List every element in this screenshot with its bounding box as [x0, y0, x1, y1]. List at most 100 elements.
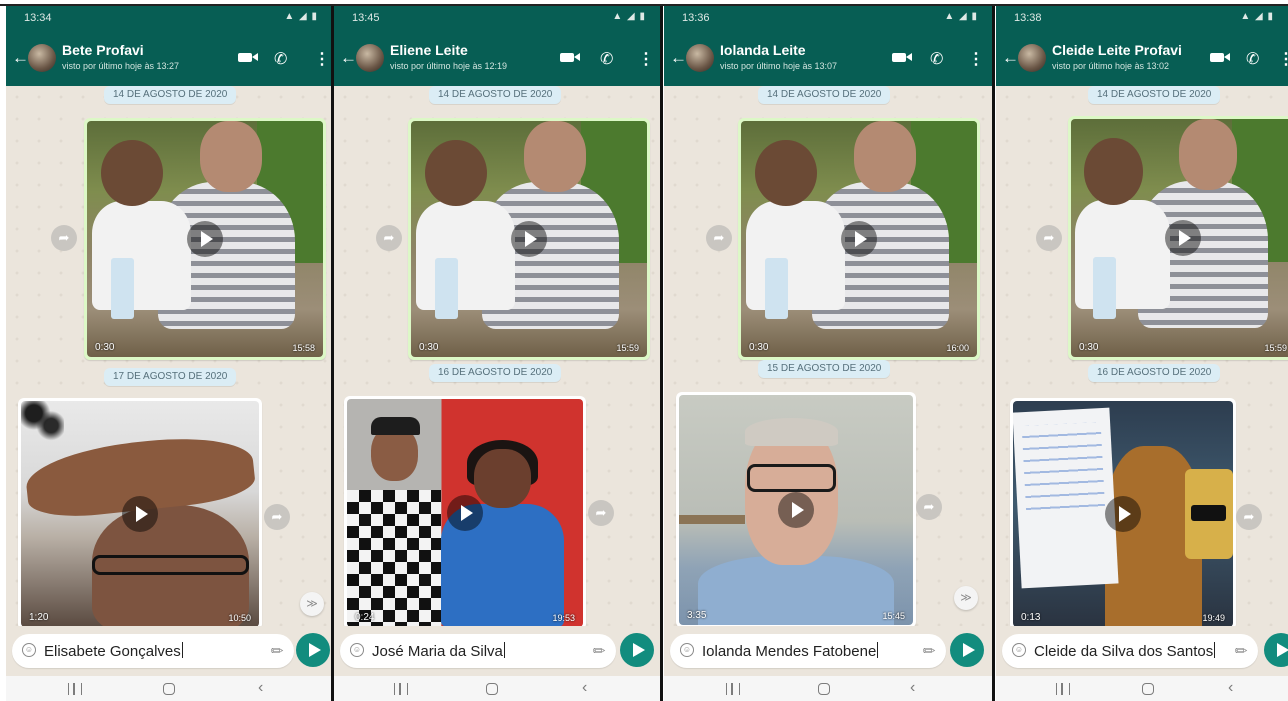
avatar[interactable] [1018, 44, 1046, 72]
send-button[interactable] [1264, 633, 1288, 667]
back-arrow-icon[interactable]: ← [340, 48, 357, 68]
chat-header: ← Iolanda Leite visto por último hoje às… [664, 32, 992, 86]
attach-icon[interactable]: ✎ [589, 640, 611, 662]
chat-area[interactable]: 14 DE AGOSTO DE 2020 ➦ 0:30 15:59 16 DE … [996, 86, 1288, 626]
video-message[interactable]: 0:13 19:49 [1010, 398, 1236, 626]
avatar[interactable] [686, 44, 714, 72]
nav-back-icon[interactable]: ‹ [1228, 679, 1233, 697]
nav-recent-icon[interactable] [68, 683, 82, 695]
play-icon[interactable] [1105, 496, 1141, 532]
nav-recent-icon[interactable] [394, 683, 408, 695]
nav-home-icon[interactable] [163, 683, 175, 695]
share-icon[interactable]: ➦ [51, 225, 77, 251]
share-icon[interactable]: ➦ [264, 504, 290, 530]
attach-icon[interactable]: ✎ [267, 640, 289, 662]
menu-icon[interactable]: ⋮ [968, 49, 984, 69]
send-button[interactable] [620, 633, 654, 667]
back-arrow-icon[interactable]: ← [12, 48, 29, 68]
last-seen: visto por último hoje às 13:02 [1052, 61, 1170, 71]
message-input[interactable]: ☺ José Maria da Silva ✎ [340, 634, 616, 668]
nav-home-icon[interactable] [1142, 683, 1154, 695]
share-icon[interactable]: ➦ [1236, 504, 1262, 530]
message-input[interactable]: ☺ Elisabete Gonçalves ✎ [12, 634, 294, 668]
video-call-icon[interactable] [1210, 53, 1230, 62]
play-icon[interactable] [778, 492, 814, 528]
share-icon[interactable]: ➦ [706, 225, 732, 251]
emoji-icon[interactable]: ☺ [350, 643, 364, 657]
play-icon[interactable] [447, 495, 483, 531]
nav-back-icon[interactable]: ‹ [582, 679, 587, 697]
message-input[interactable]: ☺ Iolanda Mendes Fatobene ✎ [670, 634, 946, 668]
video-call-icon[interactable] [560, 53, 580, 62]
status-time: 13:45 [352, 12, 380, 24]
chat-area[interactable]: 14 DE AGOSTO DE 2020 ➦ 0:30 15:59 16 DE … [334, 86, 660, 626]
status-indicators-icon: ▲ ◢ ▮ [1240, 11, 1274, 22]
play-icon[interactable] [1165, 220, 1201, 256]
contact-name[interactable]: Eliene Leite [390, 42, 468, 58]
scroll-down-icon[interactable]: ≫ [954, 586, 978, 610]
date-chip: 14 DE AGOSTO DE 2020 [1088, 86, 1221, 104]
nav-back-icon[interactable]: ‹ [258, 679, 263, 697]
nav-home-icon[interactable] [818, 683, 830, 695]
play-icon[interactable] [841, 221, 877, 257]
play-icon[interactable] [122, 496, 158, 532]
attach-icon[interactable]: ✎ [1231, 640, 1253, 662]
contact-name[interactable]: Cleide Leite Profavi [1052, 42, 1182, 58]
share-icon[interactable]: ➦ [588, 500, 614, 526]
chat-area[interactable]: 14 DE AGOSTO DE 2020 ➦ 0:30 16:00 15 DE … [664, 86, 992, 626]
emoji-icon[interactable]: ☺ [22, 643, 36, 657]
back-arrow-icon[interactable]: ← [670, 48, 687, 68]
system-nav-bar: ‹ [334, 676, 660, 701]
nav-recent-icon[interactable] [1056, 683, 1070, 695]
avatar[interactable] [356, 44, 384, 72]
play-icon[interactable] [187, 221, 223, 257]
chat-header: ← Cleide Leite Profavi visto por último … [996, 32, 1288, 86]
play-icon[interactable] [511, 221, 547, 257]
menu-icon[interactable]: ⋮ [638, 49, 654, 69]
message-input[interactable]: ☺ Cleide da Silva dos Santos ✎ [1002, 634, 1258, 668]
voice-call-icon[interactable]: ✆ [600, 49, 613, 69]
send-button[interactable] [950, 633, 984, 667]
system-nav-bar: ‹ [6, 676, 332, 701]
video-message[interactable]: 0:30 15:59 [408, 118, 650, 360]
chat-area[interactable]: 14 DE AGOSTO DE 2020 ➦ 0:30 15:58 17 DE … [6, 86, 332, 626]
video-message[interactable]: 1:20 10:50 [18, 398, 262, 626]
divider [992, 6, 995, 701]
voice-call-icon[interactable]: ✆ [274, 49, 287, 69]
share-icon[interactable]: ➦ [916, 494, 942, 520]
nav-recent-icon[interactable] [726, 683, 740, 695]
voice-call-icon[interactable]: ✆ [1246, 49, 1259, 69]
contact-name[interactable]: Iolanda Leite [720, 42, 806, 58]
menu-icon[interactable]: ⋮ [314, 49, 330, 69]
video-message[interactable]: 0:30 15:58 [84, 118, 326, 360]
send-button[interactable] [296, 633, 330, 667]
avatar[interactable] [28, 44, 56, 72]
video-message[interactable]: 0:24 19:53 [344, 396, 586, 626]
video-message[interactable]: 0:30 15:59 [1068, 116, 1288, 360]
message-time: 15:45 [882, 611, 905, 621]
menu-icon[interactable]: ⋮ [1278, 49, 1288, 69]
video-call-icon[interactable] [892, 53, 912, 62]
video-call-icon[interactable] [238, 53, 258, 62]
video-thumbnail: 0:24 19:53 [347, 399, 583, 626]
video-duration: 0:24 [355, 612, 375, 623]
contact-name[interactable]: Bete Profavi [62, 42, 144, 58]
attach-icon[interactable]: ✎ [919, 640, 941, 662]
share-icon[interactable]: ➦ [1036, 225, 1062, 251]
nav-home-icon[interactable] [486, 683, 498, 695]
message-time: 15:59 [1264, 343, 1287, 353]
divider [660, 6, 663, 701]
video-thumbnail: 0:30 16:00 [741, 121, 977, 357]
video-message[interactable]: 0:30 16:00 [738, 118, 980, 360]
phone-screen-2: 13:45 ▲ ◢ ▮ ← Eliene Leite visto por últ… [334, 6, 660, 701]
nav-back-icon[interactable]: ‹ [910, 679, 915, 697]
emoji-icon[interactable]: ☺ [1012, 643, 1026, 657]
emoji-icon[interactable]: ☺ [680, 643, 694, 657]
scroll-down-icon[interactable]: ≫ [300, 592, 324, 616]
voice-call-icon[interactable]: ✆ [930, 49, 943, 69]
back-arrow-icon[interactable]: ← [1002, 48, 1019, 68]
video-thumbnail: 1:20 10:50 [21, 401, 259, 626]
share-icon[interactable]: ➦ [376, 225, 402, 251]
video-message[interactable]: 3:35 15:45 [676, 392, 916, 626]
date-chip: 14 DE AGOSTO DE 2020 [758, 86, 891, 104]
